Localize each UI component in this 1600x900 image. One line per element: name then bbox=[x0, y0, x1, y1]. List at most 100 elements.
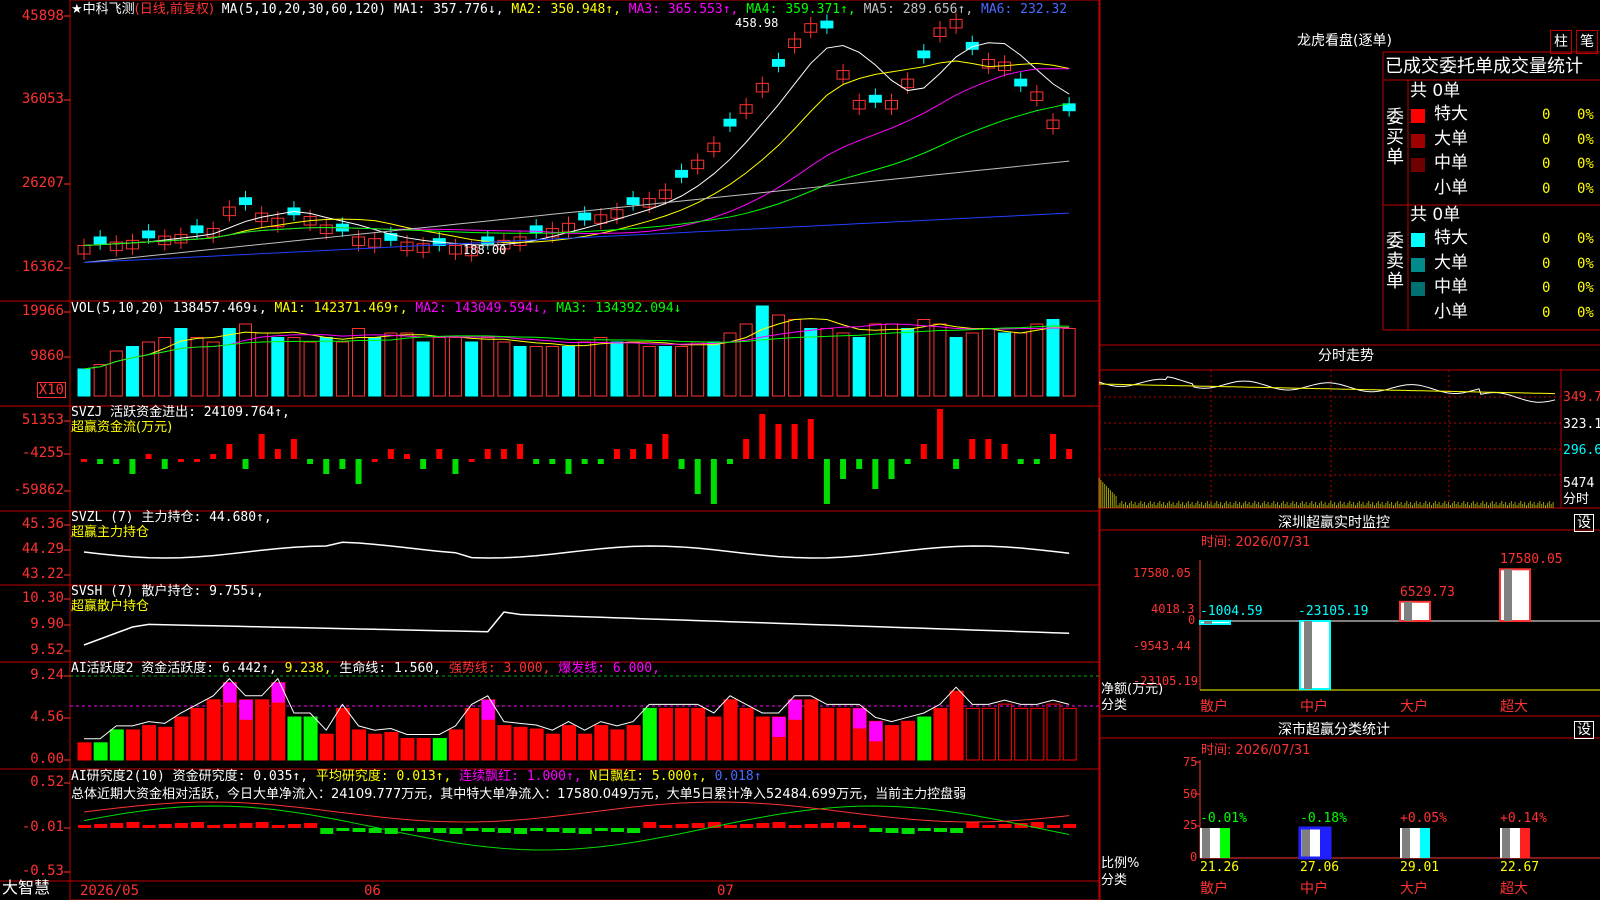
flow-bar bbox=[694, 459, 701, 494]
monitor-settings-button[interactable]: 设 bbox=[1574, 514, 1594, 532]
monitor-title: 深圳超赢实时监控 bbox=[1278, 515, 1390, 531]
research-bar bbox=[950, 828, 964, 833]
research-bar bbox=[901, 828, 915, 834]
svsh-sublabel: 超赢散户持仓 bbox=[71, 599, 150, 614]
volume-bar bbox=[529, 346, 543, 397]
activity-bar bbox=[448, 729, 463, 761]
activity-bar bbox=[949, 690, 964, 761]
vol-label: VOL(5,10,20) bbox=[71, 301, 165, 316]
stats-settings-button[interactable]: 设 bbox=[1574, 721, 1594, 739]
vol-value: 138457.469↓, bbox=[172, 301, 267, 316]
research-bar bbox=[917, 828, 931, 831]
svzl-axis-label: 43.22 bbox=[21, 566, 64, 582]
volume-bar bbox=[400, 332, 414, 397]
flow-bar bbox=[339, 459, 346, 469]
vol-ma2: MA2: 143049.594↓, bbox=[415, 301, 549, 316]
volume-bar bbox=[303, 341, 317, 397]
order-percent: 0% bbox=[1577, 231, 1594, 247]
svsh-axis-label: 9.52 bbox=[30, 642, 64, 658]
volume-bar bbox=[287, 337, 301, 397]
research-bar bbox=[1047, 825, 1060, 828]
research-bar bbox=[740, 824, 754, 828]
volume-bar bbox=[901, 328, 915, 397]
activity-bar bbox=[255, 699, 270, 761]
volume-bar bbox=[142, 341, 156, 397]
chart-canvas[interactable] bbox=[0, 0, 1600, 900]
volume-bar bbox=[190, 337, 204, 397]
flow-bar bbox=[630, 449, 637, 459]
research-bar bbox=[255, 822, 269, 828]
order-color-swatch bbox=[1411, 233, 1425, 247]
svzj-axis-label: -4255 bbox=[21, 445, 64, 461]
volume-bar bbox=[691, 341, 705, 397]
flow-bar bbox=[840, 459, 847, 479]
order-color-swatch bbox=[1411, 182, 1425, 197]
stats-change-label: -0.01% bbox=[1200, 811, 1247, 826]
volume-bar bbox=[965, 332, 979, 397]
stats-change-label: +0.14% bbox=[1500, 811, 1547, 826]
tick-mode-button[interactable]: 笔 bbox=[1576, 30, 1598, 54]
high-marker: 458.98 bbox=[735, 16, 779, 30]
ma-line bbox=[83, 212, 1070, 264]
candle-body bbox=[626, 197, 640, 206]
stock-title[interactable]: ★中科飞测 bbox=[71, 2, 135, 17]
research-bar bbox=[578, 828, 592, 834]
research-bar bbox=[110, 823, 124, 828]
volume-bar bbox=[271, 337, 285, 397]
research-bar bbox=[449, 828, 463, 834]
intraday-title: 分时走势 bbox=[1318, 348, 1374, 364]
flow-bar bbox=[1001, 444, 1008, 459]
volume-bar bbox=[384, 332, 398, 397]
ai2-v4: N日飘红: 5.000↑, bbox=[589, 769, 707, 784]
stats-title: 深市超赢分类统计 bbox=[1278, 722, 1390, 738]
svzl-sublabel: 超赢主力持仓 bbox=[71, 525, 150, 540]
burst-bar bbox=[223, 682, 237, 703]
volume-bar bbox=[610, 341, 624, 397]
price-axis-label: 26207 bbox=[21, 175, 64, 191]
stats-category-label: 大户 bbox=[1400, 881, 1428, 897]
period-mode[interactable]: (日线,前复权) bbox=[135, 2, 214, 17]
order-type-label: 大单 bbox=[1434, 128, 1468, 149]
flow-bar bbox=[710, 459, 717, 504]
flow-bar bbox=[129, 459, 136, 474]
activity-bar bbox=[158, 726, 173, 761]
volume-bar bbox=[594, 337, 608, 397]
research-bar bbox=[1063, 824, 1077, 828]
ai2-header: AI研究度2(10) 资金研究度: 0.035↑, 平均研究度: 0.013↑,… bbox=[71, 770, 762, 783]
flow-bar bbox=[743, 439, 750, 459]
volume-bar bbox=[465, 341, 479, 397]
stats-bar-shade bbox=[1402, 828, 1410, 858]
activity-bar bbox=[804, 699, 819, 761]
volume-bar bbox=[93, 364, 107, 397]
flow-bar bbox=[1066, 449, 1073, 459]
ai2-axis-label: -0.53 bbox=[21, 863, 64, 879]
research-bar bbox=[336, 828, 350, 831]
volume-bar bbox=[981, 328, 995, 397]
research-bar bbox=[982, 825, 996, 828]
activity-bar bbox=[465, 707, 480, 761]
stats-axis-label: 0 bbox=[1190, 850, 1198, 864]
ai1-v3: 生命线: 1.560, bbox=[339, 661, 441, 676]
volume-bar bbox=[707, 341, 721, 397]
order-count: 0 bbox=[1542, 280, 1551, 296]
ma3-value: MA3: 365.553↑, bbox=[628, 2, 739, 17]
order-count: 0 bbox=[1542, 180, 1551, 197]
flow-bar bbox=[985, 439, 992, 459]
svzj-label: SVZJ 活跃资金进出: 24109.764↑, bbox=[71, 405, 290, 420]
burst-bar bbox=[239, 699, 253, 720]
ma-line bbox=[83, 160, 1070, 264]
research-bar bbox=[837, 822, 851, 828]
volume-bar bbox=[1062, 328, 1076, 397]
stats-bar-color bbox=[1520, 828, 1530, 858]
stats-axis-label: 25 bbox=[1183, 818, 1198, 832]
flow-bar bbox=[484, 449, 491, 459]
flow-bar bbox=[97, 459, 104, 464]
activity-bar bbox=[917, 716, 932, 761]
flow-bar bbox=[549, 459, 556, 464]
bar-mode-button[interactable]: 柱 bbox=[1550, 30, 1572, 54]
activity-bar bbox=[981, 707, 996, 761]
monitor-value-label: -23105.19 bbox=[1298, 604, 1369, 619]
avg-line bbox=[1099, 383, 1555, 395]
svzl-axis-label: 44.29 bbox=[21, 541, 64, 557]
flow-bar bbox=[387, 449, 394, 459]
